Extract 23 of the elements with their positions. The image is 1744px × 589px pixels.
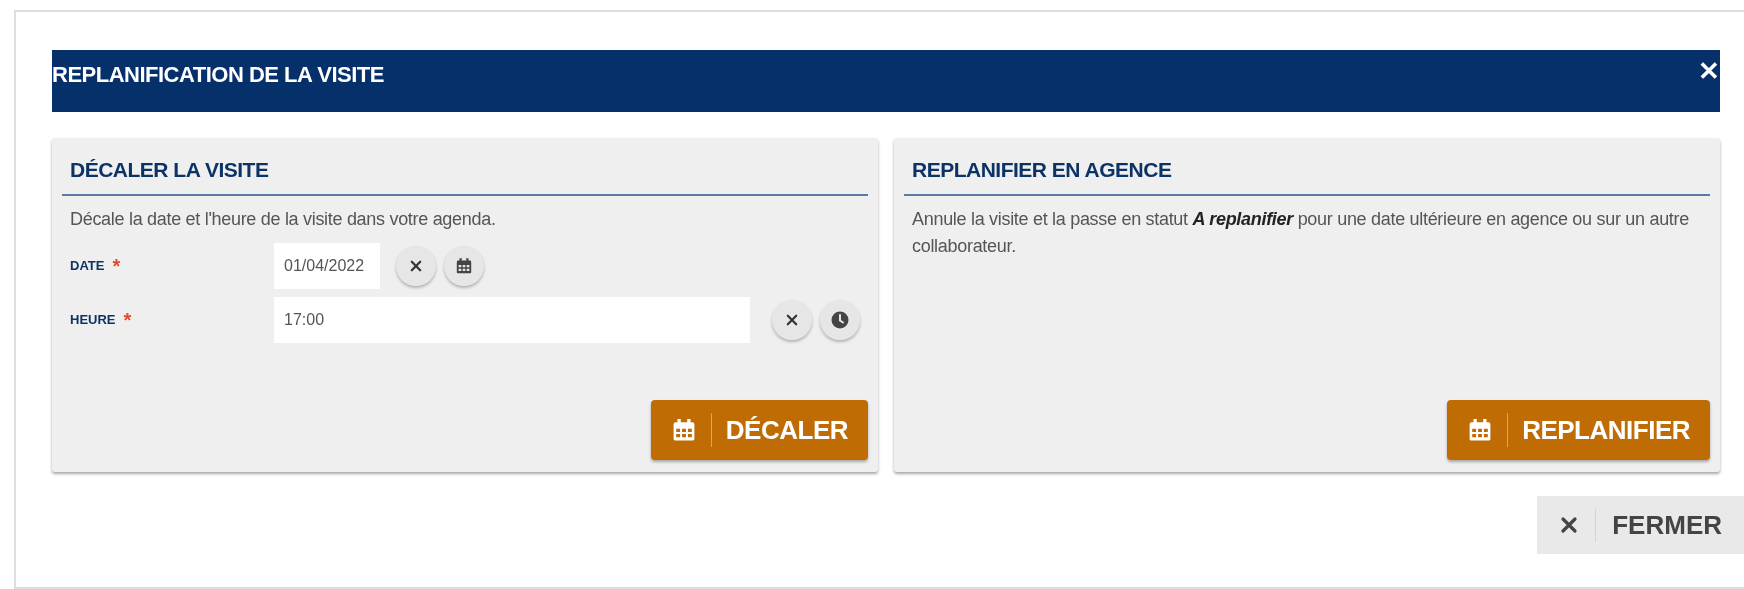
clear-button[interactable] [772,299,812,340]
required-mark: * [123,307,132,333]
field-label: HEURE [70,310,116,329]
close-icon [409,258,423,273]
action-button[interactable]: DÉCALER [650,400,868,460]
panel-description: Annule la visite et la passe en statut A replanifier pour une date ultérieure en agence ou sur un autre collaborateur. [911,207,1690,258]
action-button[interactable]: REPLANIFIER [1447,400,1710,460]
calendar-button[interactable] [444,245,484,286]
close-icon [785,312,799,327]
dialog-title: REPLANIFICATION DE LA VISITE [52,61,384,89]
panel-title: DÉCALER LA VISITE [62,154,868,196]
panel-title: REPLANIFIER EN AGENCE [904,154,1710,196]
required-mark: * [112,253,121,279]
clear-button[interactable] [396,245,436,286]
clock-icon [830,309,850,330]
date-field[interactable]: 01/04/2022 [274,242,380,289]
panel-description: Décale la date et l'heure de la visite dans votre agenda. [69,207,497,231]
time-field[interactable]: 17:00 [274,296,750,343]
calendar-icon [455,256,473,275]
close-button[interactable]: ✕ [1694,58,1720,84]
close-dialog-button[interactable]: FERMER [1537,496,1744,554]
clock-button[interactable] [820,299,860,340]
field-label: DATE [70,256,105,275]
